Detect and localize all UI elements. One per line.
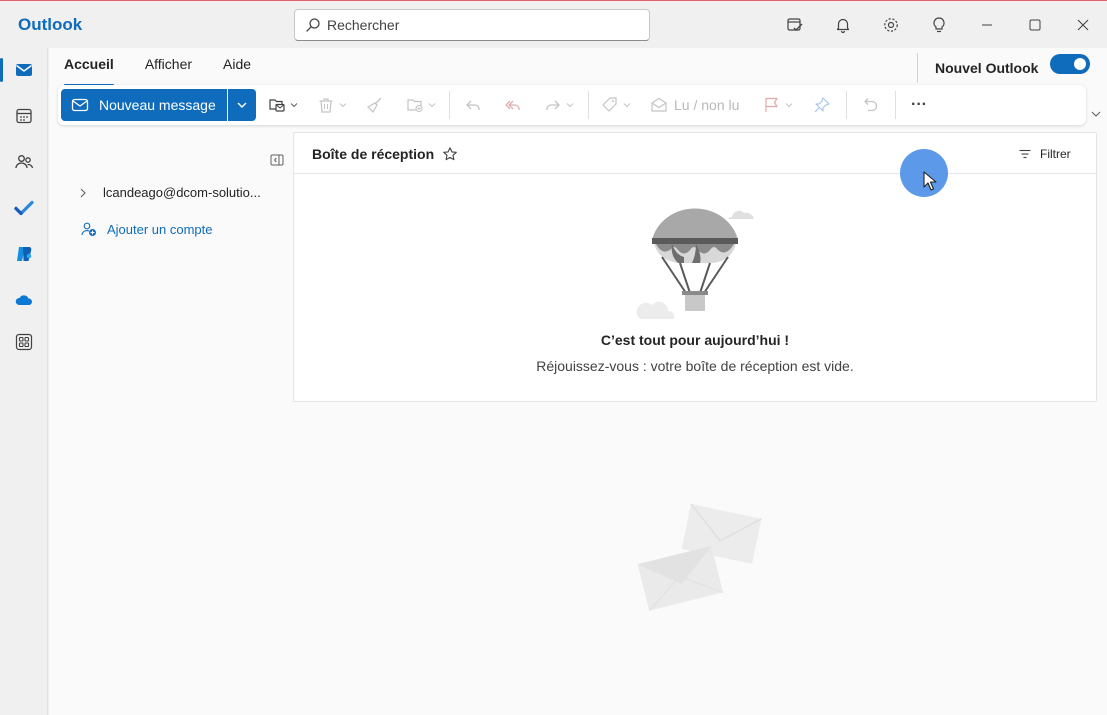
ribbon-tabs: Accueil Afficher Aide [64,56,282,86]
chevron-down-icon [428,103,436,108]
search-box[interactable] [294,9,650,41]
envelope-open-icon [651,97,667,112]
maximize-icon[interactable] [1023,13,1047,37]
close-icon[interactable] [1071,13,1095,37]
apps-icon [15,333,33,351]
pin-button[interactable] [813,93,831,117]
new-outlook-label: Nouvel Outlook [935,60,1039,76]
read-unread-label: Lu / non lu [674,97,740,113]
delete-button[interactable] [317,93,347,117]
chevron-down-icon [623,103,631,108]
onedrive-icon [15,295,33,305]
toolbar-divider [895,91,896,119]
folder-add-icon [407,99,423,113]
flag-button[interactable] [763,93,793,117]
add-account-link[interactable]: Ajouter un compte [81,221,213,237]
flag-icon [765,97,778,112]
message-list: Boîte de réception Filtrer C’est tout po… [293,132,1097,402]
ribbon-toolbar: Nouveau message Lu / non lu ··· [58,85,1086,125]
more-options-button[interactable]: ··· [911,93,927,117]
filter-label: Filtrer [1040,147,1071,161]
reply-all-icon [505,100,520,110]
search-input[interactable] [327,17,627,33]
reply-button[interactable] [464,93,482,117]
reply-icon [466,100,480,110]
account-email: lcandeago@dcom-solutio... [103,185,261,200]
rail-people[interactable] [0,142,48,182]
rail-calendar[interactable] [0,96,48,136]
app-rail [0,48,48,715]
main-area: Accueil Afficher Aide Nouvel Outlook Nou… [49,48,1107,715]
tag-icon [602,97,617,112]
gear-icon[interactable] [879,13,903,37]
mail-compose-icon [71,98,89,112]
broom-icon [367,97,382,113]
archive-button[interactable] [406,93,436,117]
folder-title: Boîte de réception [312,146,435,162]
rail-apps[interactable] [0,322,48,362]
folder-pane: lcandeago@dcom-solutio... Ajouter un com… [49,133,293,715]
tab-aide[interactable]: Aide [223,56,251,80]
ribbon-expand-icon[interactable] [1090,108,1102,120]
tags-button[interactable] [601,93,631,117]
copilot-icon [17,247,32,261]
mail-icon [16,64,32,76]
people-icon [15,155,34,169]
tab-afficher[interactable]: Afficher [145,56,192,80]
reply-all-button[interactable] [504,93,522,117]
chevron-right-icon [80,188,86,197]
read-unread-button[interactable]: Lu / non lu [650,93,739,117]
minimize-icon[interactable] [975,13,999,37]
pin-icon [814,97,830,113]
collapse-pane-icon[interactable] [270,153,284,167]
todo-icon [14,200,34,216]
filter-button[interactable]: Filtrer [1018,147,1071,161]
new-outlook-section: Nouvel Outlook [917,53,1038,83]
filter-icon [1019,149,1031,159]
add-account-label: Ajouter un compte [107,221,213,237]
trash-icon [319,98,333,113]
toolbar-divider [588,91,589,119]
chevron-down-icon [566,103,574,108]
hot-air-balloon-illustration [636,208,754,319]
bell-icon[interactable] [831,13,855,37]
calendar-icon [16,108,32,124]
sweep-button[interactable] [366,93,384,117]
undo-button[interactable] [862,93,880,117]
lightbulb-icon[interactable] [927,13,951,37]
envelopes-illustration [637,503,762,612]
star-icon[interactable] [442,146,458,162]
my-day-icon[interactable] [783,13,807,37]
tab-accueil[interactable]: Accueil [64,56,114,86]
search-icon [306,18,320,32]
rail-mail[interactable] [0,50,48,90]
toolbar-divider [449,91,450,119]
undo-icon [864,98,878,112]
chevron-down-icon [290,103,298,108]
add-person-icon [81,222,96,236]
move-to-button[interactable] [268,93,298,117]
chevron-down-icon [237,102,247,108]
chevron-down-icon [785,103,793,108]
mouse-pointer-icon [923,171,937,191]
rail-onedrive[interactable] [0,280,48,320]
forward-button[interactable] [544,93,574,117]
empty-state-subtitle: Réjouissez-vous : votre boîte de récepti… [536,358,854,374]
message-list-header: Boîte de réception Filtrer [294,133,1096,174]
rail-todo[interactable] [0,188,48,228]
move-to-icon [269,99,285,112]
rail-copilot[interactable] [0,234,48,274]
empty-state-title: C’est tout pour aujourd’hui ! [600,332,790,348]
app-title: Outlook [18,15,83,34]
chevron-down-icon [339,103,347,108]
new-outlook-toggle[interactable] [1050,54,1090,74]
new-message-label: Nouveau message [99,97,216,113]
forward-icon [546,100,560,110]
account-item[interactable]: lcandeago@dcom-solutio... [79,185,261,200]
new-message-dropdown[interactable] [228,89,256,121]
new-message-button[interactable]: Nouveau message [61,89,227,121]
title-bar: Outlook [0,0,1107,48]
toolbar-divider [846,91,847,119]
